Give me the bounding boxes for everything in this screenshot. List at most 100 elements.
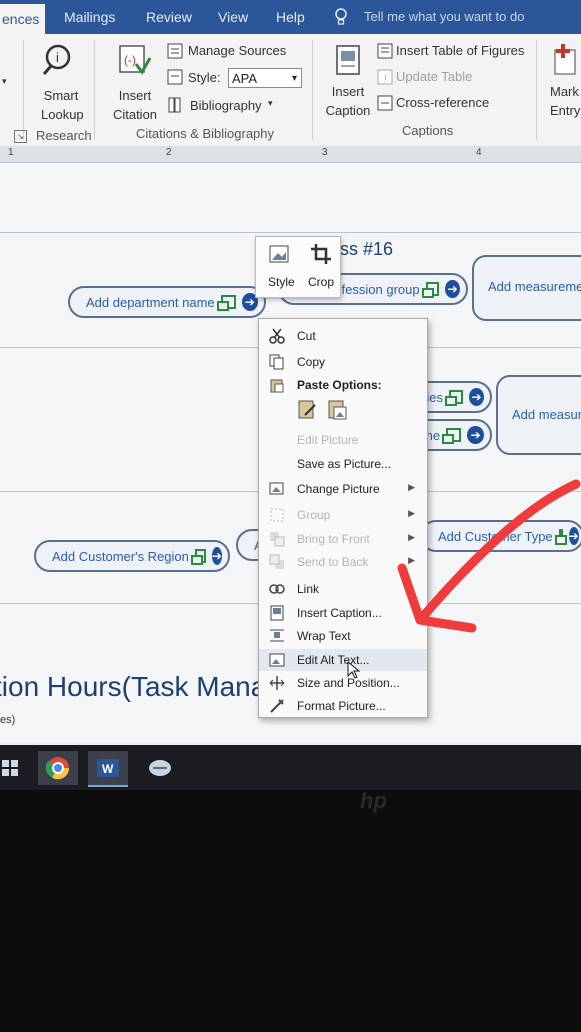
insert-shape-icon — [421, 282, 440, 298]
network-app-icon[interactable] — [140, 751, 180, 785]
smart-lookup-icon[interactable]: i — [40, 42, 76, 78]
copy-icon — [269, 354, 285, 370]
lightbulb-icon — [334, 8, 348, 26]
diagram-title: ss #16 — [340, 239, 394, 259]
tab-references[interactable]: ences — [0, 4, 46, 34]
paste-keep-formatting-icon[interactable] — [297, 399, 319, 421]
tell-me-search[interactable]: Tell me what you want to do — [364, 9, 524, 24]
arrow-right-icon: ➔ — [445, 280, 460, 298]
alt-text-icon — [269, 652, 285, 668]
ribbon: ▾ i Smart Lookup ↘ Research (-) Insert C… — [0, 34, 581, 147]
tab-mailings[interactable]: Mailings — [64, 9, 115, 25]
manage-sources-icon — [166, 42, 184, 60]
chevron-down-icon: ▾ — [291, 73, 297, 84]
insert-table-of-figures-button[interactable]: Insert Table of Figures — [396, 43, 524, 58]
tab-review[interactable]: Review — [146, 9, 192, 25]
format-picture-icon — [269, 698, 285, 714]
svg-text:!: ! — [384, 74, 387, 85]
mark-entry-button[interactable]: Mark Entry — [550, 82, 581, 120]
pill-label: Add measuremen — [488, 279, 581, 294]
word-icon[interactable]: W — [88, 751, 128, 787]
svg-text:(-): (-) — [124, 53, 136, 67]
pill-label: Add department name — [86, 294, 215, 310]
mark-entry-icon[interactable] — [552, 44, 578, 76]
style-select[interactable]: APA ▾ — [228, 68, 302, 88]
manage-sources-button[interactable]: Manage Sources — [188, 43, 286, 58]
taskbar: W — [0, 745, 581, 790]
wrap-text-icon — [269, 628, 285, 644]
insert-citation-button[interactable]: Insert Citation — [108, 86, 162, 124]
citations-group-label: Citations & Bibliography — [136, 126, 275, 141]
style-icon — [166, 68, 184, 86]
customer-region-pill[interactable]: Add Customer's Region ➔ — [34, 540, 230, 572]
caption-icon — [269, 605, 285, 621]
update-table-icon: ! — [376, 68, 394, 86]
hp-logo: hp — [360, 788, 387, 813]
ribbon-tab-bar: ences Mailings Review View Help Tell me … — [0, 0, 581, 34]
style-label: Style: — [188, 70, 221, 85]
update-table-button[interactable]: Update Table — [396, 69, 472, 84]
status-bar-text: es) — [0, 714, 16, 726]
separator — [312, 40, 313, 140]
style-select-value: APA — [232, 71, 258, 86]
table-of-figures-icon — [376, 42, 394, 60]
scissors-icon — [269, 328, 285, 344]
ruler-mark: 2 — [166, 147, 172, 158]
smart-lookup-button[interactable]: Smart Lookup — [41, 86, 84, 124]
insert-caption-button[interactable]: Insert Caption — [322, 82, 374, 120]
arrow-right-icon: ➔ — [467, 426, 484, 444]
chevron-down-icon[interactable]: ▾ — [2, 76, 7, 87]
crop-icon[interactable] — [310, 243, 332, 265]
crop-label[interactable]: Crop — [308, 275, 334, 289]
ruler-mark: 4 — [476, 147, 482, 158]
bring-front-icon — [269, 531, 285, 547]
insert-caption-icon[interactable] — [334, 44, 362, 76]
captions-group-label: Captions — [402, 123, 454, 138]
style-label[interactable]: Style — [268, 275, 295, 289]
cross-reference-button[interactable]: Cross-reference — [396, 95, 489, 110]
tab-view[interactable]: View — [218, 9, 248, 25]
menu-item-size-and-position[interactable]: Size and Position... — [259, 672, 427, 694]
separator — [23, 40, 24, 140]
separator — [94, 40, 95, 140]
ruler-mark: 3 — [322, 147, 328, 158]
send-back-icon — [269, 554, 285, 570]
menu-item-cut[interactable]: Cut — [259, 325, 427, 347]
screen: ences Mailings Review View Help Tell me … — [0, 0, 581, 790]
paste-picture-icon[interactable] — [327, 399, 349, 421]
svg-text:i: i — [56, 50, 59, 65]
windows-start-icon[interactable] — [0, 751, 30, 785]
menu-item-edit-picture[interactable]: Edit Picture — [259, 429, 427, 451]
insert-citation-icon[interactable]: (-) — [116, 42, 152, 78]
chrome-icon[interactable] — [38, 751, 78, 785]
tab-help[interactable]: Help — [276, 9, 305, 25]
svg-text:W: W — [102, 762, 114, 776]
ruler-mark: 1 — [8, 147, 14, 158]
dialog-launcher-icon[interactable]: ↘ — [14, 130, 27, 143]
measurement-box-2[interactable]: Add measure — [496, 375, 581, 455]
ruler: 1 2 3 4 — [0, 146, 581, 163]
menu-item-format-picture[interactable]: Format Picture... — [259, 695, 427, 717]
mini-toolbar: Style Crop — [255, 236, 341, 298]
annotation-arrow — [397, 479, 581, 633]
measurement-box[interactable]: Add measuremen — [472, 255, 581, 321]
divider — [0, 232, 581, 233]
pill-label: Add Customer's Region — [52, 548, 189, 564]
group-icon — [269, 507, 285, 523]
insert-shape-icon — [216, 295, 236, 311]
research-group-label: Research — [36, 128, 92, 143]
insert-shape-icon — [442, 428, 462, 444]
department-pill[interactable]: Add department name ➔ — [68, 286, 266, 318]
insert-shape-icon — [190, 549, 206, 565]
bibliography-button[interactable]: Bibliography — [190, 98, 262, 113]
menu-item-paste-options: Paste Options: — [259, 374, 427, 396]
picture-style-icon[interactable] — [268, 243, 292, 267]
menu-item-edit-alt-text[interactable]: Edit Alt Text... — [259, 649, 427, 671]
mouse-cursor-icon — [347, 661, 361, 679]
menu-item-copy[interactable]: Copy — [259, 351, 427, 373]
size-position-icon — [269, 675, 285, 691]
pill-label: Add measure — [512, 407, 581, 422]
heading-text: tion Hours(Task Mana — [0, 671, 267, 702]
change-picture-icon — [269, 481, 285, 497]
chevron-down-icon: ▾ — [268, 98, 273, 108]
